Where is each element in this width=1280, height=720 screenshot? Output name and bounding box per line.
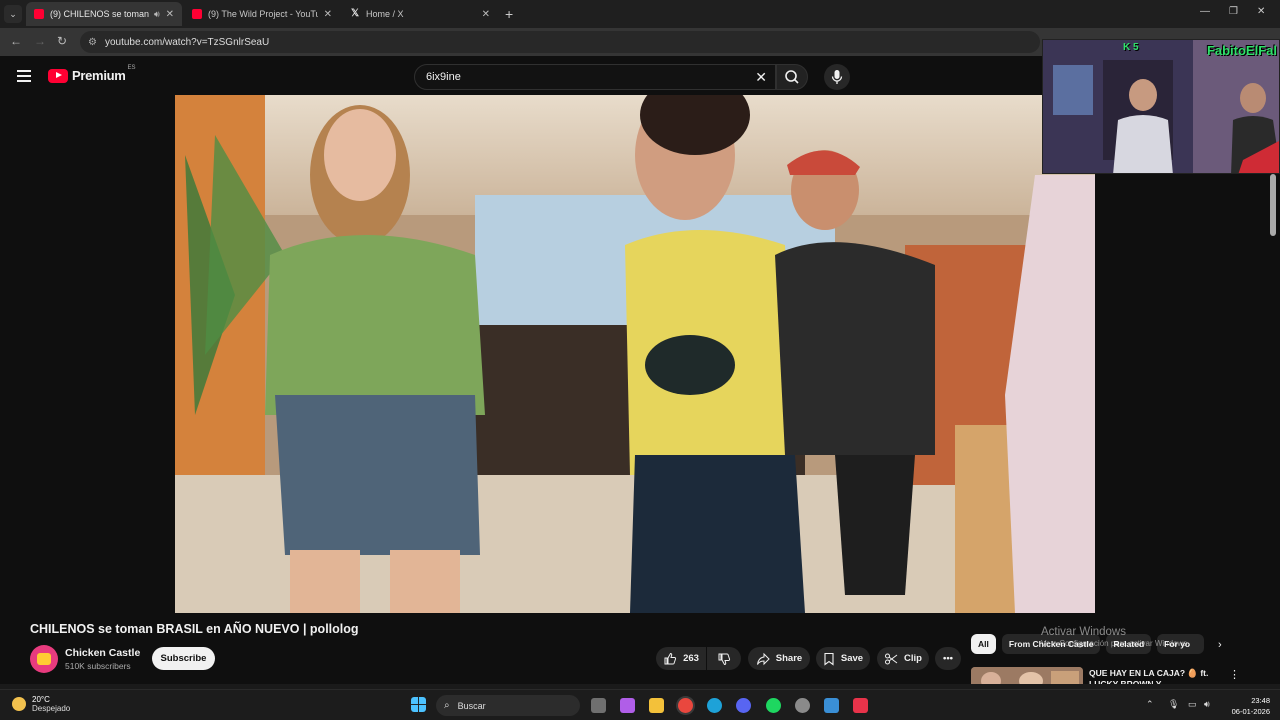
search-icon: ⌕ [444, 700, 450, 711]
channel-name[interactable]: Chicken Castle [65, 647, 140, 659]
share-button[interactable]: Share [748, 647, 810, 670]
like-button[interactable]: 263 [656, 647, 706, 670]
menu-icon[interactable] [17, 70, 31, 82]
watermark-subtitle: Ve a Configuración para activar Windows. [1041, 639, 1190, 648]
windows-activation-watermark: Activar Windows Ve a Configuración para … [1041, 626, 1190, 648]
discord-icon[interactable] [736, 698, 751, 713]
clock-time: 23:48 [1251, 696, 1270, 705]
watermark-title: Activar Windows [1041, 626, 1126, 638]
logo-text: Premium [72, 68, 126, 83]
maximize-icon[interactable]: ❐ [1229, 6, 1238, 17]
task-view-icon[interactable] [591, 698, 606, 713]
youtube-play-icon [48, 68, 68, 83]
search-value: 6ix9ine [426, 71, 461, 83]
chevron-up-icon[interactable]: ⌃ [1146, 699, 1154, 710]
browser-tab-strip: ⌄ (9) CHILENOS se toman BR 🔊︎ ✕ (9) The … [0, 0, 1280, 28]
subscriber-count: 510K subscribers [65, 661, 131, 671]
forward-icon[interactable]: → [34, 34, 46, 48]
voice-search-button[interactable] [824, 64, 850, 90]
youtube-icon [192, 9, 202, 19]
close-tab-icon[interactable]: ✕ [482, 9, 490, 20]
video-title: CHILENOS se toman BRASIL en AÑO NUEVO | … [30, 622, 359, 636]
notepad-icon[interactable] [824, 698, 839, 713]
youtube-icon [34, 9, 44, 19]
steam-icon[interactable] [795, 698, 810, 713]
address-bar[interactable]: ⚙︎ youtube.com/watch?v=TzSGnlrSeaU [80, 31, 1040, 53]
edge-icon[interactable] [707, 698, 722, 713]
search-icon [785, 70, 799, 84]
bookmark-icon [824, 652, 834, 666]
tab-wild-project[interactable]: (9) The Wild Project - YouTube ✕ [184, 2, 340, 26]
thumbs-down-icon [718, 653, 731, 665]
streamer-webcam-overlay: K 5 FabitoElFal [1042, 39, 1280, 174]
screen: ⌄ (9) CHILENOS se toman BR 🔊︎ ✕ (9) The … [0, 0, 1280, 720]
tab-title: Home / X [366, 9, 404, 19]
windows-taskbar: 20°C Despejado ⌕ Buscar ⌃ 🎙︎ ▭ 🔊︎ 23:48 … [0, 689, 1280, 720]
share-label: Share [775, 653, 803, 664]
streamer-name: FabitoElFal [1206, 43, 1277, 58]
taskbar-search-label: Buscar [457, 700, 486, 711]
x-icon: 𝕏 [350, 8, 360, 19]
moon-icon [12, 697, 26, 711]
video-player[interactable] [175, 95, 1095, 613]
overlay-badge: K 5 [1123, 42, 1139, 53]
youtube-premium-logo[interactable]: Premium ES [48, 64, 136, 83]
close-tab-icon[interactable]: ✕ [166, 9, 174, 20]
site-info-icon[interactable]: ⚙︎ [88, 37, 97, 48]
close-window-icon[interactable]: ✕ [1257, 6, 1265, 17]
like-count: 263 [683, 653, 699, 664]
region-code: ES [127, 64, 136, 71]
save-label: Save [840, 653, 864, 664]
volume-icon[interactable]: 🔊︎ [1204, 699, 1210, 710]
file-explorer-icon[interactable] [649, 698, 664, 713]
webcam-image [1043, 40, 1279, 173]
dislike-button[interactable] [707, 647, 741, 670]
video-frame-image [175, 95, 1095, 613]
weather-widget[interactable]: 20°C Despejado [12, 695, 70, 713]
speaker-icon[interactable]: 🔊︎ [154, 9, 160, 20]
search-input[interactable]: 6ix9ine ✕ [414, 64, 776, 90]
network-icon[interactable]: ▭ [1188, 699, 1197, 710]
temperature: 20°C [32, 695, 50, 704]
page-scrollbar[interactable] [1270, 174, 1276, 236]
spotify-icon[interactable] [766, 698, 781, 713]
save-button[interactable]: Save [816, 647, 870, 670]
more-vert-icon[interactable]: ⋮ [1229, 668, 1240, 681]
tab-search-chevron-icon[interactable]: ⌄ [4, 5, 22, 23]
subscribe-button[interactable]: Subscribe [152, 647, 215, 670]
tab-title: (9) The Wild Project - YouTube [208, 9, 318, 19]
taskbar-search[interactable]: ⌕ Buscar [436, 695, 580, 716]
windows-start-icon[interactable] [411, 697, 426, 712]
tab-chilenos[interactable]: (9) CHILENOS se toman BR 🔊︎ ✕ [26, 2, 182, 26]
new-tab-button[interactable]: + [505, 6, 513, 22]
app-icon[interactable] [853, 698, 868, 713]
chrome-icon[interactable] [678, 698, 693, 713]
copilot-icon[interactable] [620, 698, 635, 713]
microphone-icon [831, 70, 843, 84]
microphone-icon[interactable]: 🎙︎ [1168, 699, 1179, 710]
back-icon[interactable]: ← [10, 34, 22, 48]
scissors-icon [885, 653, 898, 664]
weather-condition: Despejado [32, 704, 71, 713]
clock-date: 06-01-2026 [1231, 707, 1270, 716]
channel-avatar[interactable] [30, 645, 58, 673]
clip-button[interactable]: Clip [877, 647, 929, 670]
share-icon [756, 652, 770, 665]
url-text: youtube.com/watch?v=TzSGnlrSeaU [104, 36, 270, 48]
system-clock[interactable]: 23:48 06-01-2026 [1226, 695, 1270, 717]
close-tab-icon[interactable]: ✕ [324, 9, 332, 20]
clip-label: Clip [904, 653, 922, 664]
search-button[interactable] [776, 64, 808, 90]
tab-title: (9) CHILENOS se toman BR [50, 9, 150, 19]
reload-icon[interactable]: ↻ [57, 34, 67, 48]
more-actions-icon[interactable]: ••• [935, 647, 961, 670]
chevron-right-icon[interactable]: › [1218, 639, 1222, 651]
thumbs-up-icon [664, 652, 677, 664]
tab-x-home[interactable]: 𝕏 Home / X ✕ [342, 2, 498, 26]
chip-all[interactable]: All [971, 634, 996, 654]
clear-search-icon[interactable]: ✕ [755, 69, 767, 86]
minimize-icon[interactable]: — [1200, 6, 1210, 17]
